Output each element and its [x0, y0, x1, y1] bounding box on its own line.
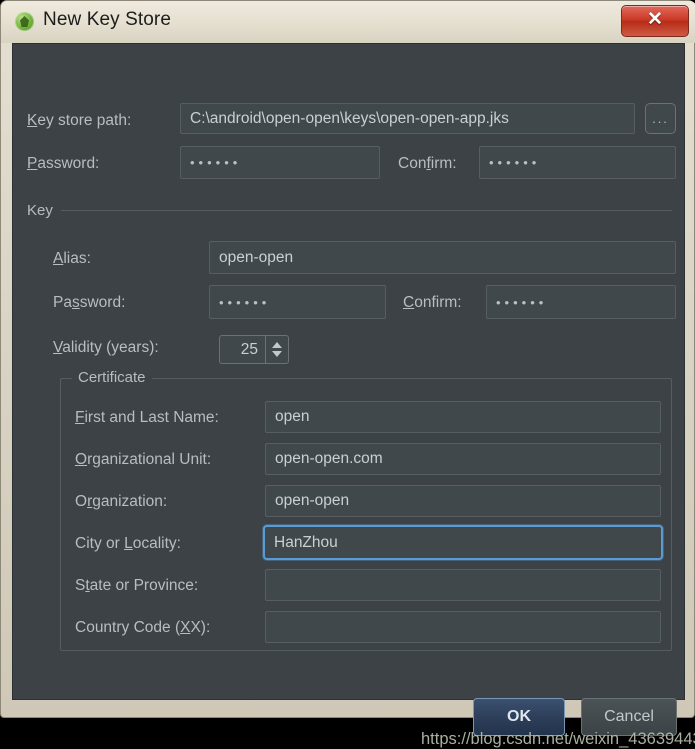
cert-organizational-unit-label: Organizational Unit:: [75, 451, 212, 468]
key-password-input[interactable]: ••••••: [209, 285, 386, 319]
cert-first-last-name-label: First and Last Name:: [75, 409, 219, 426]
cert-city-locality-input[interactable]: HanZhou: [263, 525, 663, 560]
key-group-separator: [61, 210, 672, 211]
cert-state-province-input[interactable]: [265, 569, 661, 601]
cert-organization-label: Organization:: [75, 493, 168, 510]
title-bar[interactable]: New Key Store ✕: [1, 1, 695, 43]
cert-organization-input[interactable]: open-open: [265, 485, 661, 517]
key-password-label: Password:: [53, 294, 126, 311]
keystore-path-input[interactable]: C:\android\open-open\keys\open-open-app.…: [180, 103, 635, 134]
keystore-path-label: Key store path:: [27, 112, 132, 129]
key-alias-label: Alias:: [53, 250, 91, 267]
close-button[interactable]: ✕: [621, 5, 689, 37]
keystore-confirm-input[interactable]: ••••••: [479, 146, 676, 179]
dialog-content: Key store path: C:\android\open-open\key…: [12, 43, 695, 748]
key-confirm-label: Confirm:: [403, 294, 462, 311]
cert-country-code-input[interactable]: [265, 611, 661, 643]
spinner-down-icon[interactable]: [272, 351, 282, 357]
cert-state-province-label: State or Province:: [75, 577, 199, 594]
spinner-up-icon[interactable]: [272, 342, 282, 348]
dialog-window: New Key Store ✕ Key store path: C:\andro…: [0, 0, 695, 748]
validity-value: 25: [240, 340, 258, 358]
cert-first-last-name-input[interactable]: open: [265, 401, 661, 433]
close-icon: ✕: [647, 9, 663, 30]
cert-organizational-unit-input[interactable]: open-open.com: [265, 443, 661, 475]
validity-label: Validity (years):: [53, 339, 159, 356]
watermark-text: https://blog.csdn.net/weixin_43639443: [421, 730, 695, 748]
certificate-group-title: Certificate: [72, 369, 152, 386]
keystore-password-input[interactable]: ••••••: [180, 146, 380, 179]
keystore-confirm-label: Confirm:: [398, 155, 457, 172]
browse-button[interactable]: ...: [645, 103, 676, 134]
key-confirm-input[interactable]: ••••••: [486, 285, 676, 319]
window-title: New Key Store: [43, 9, 172, 30]
cert-city-locality-label: City or Locality:: [75, 535, 181, 552]
keystore-password-label: Password:: [27, 155, 100, 172]
spinner-arrows[interactable]: [265, 336, 288, 363]
key-group-title: Key: [27, 202, 53, 219]
key-alias-input[interactable]: open-open: [209, 241, 676, 274]
cert-country-code-label: Country Code (XX):: [75, 619, 211, 636]
validity-stepper[interactable]: 25: [219, 335, 289, 364]
android-key-icon: [15, 12, 34, 31]
